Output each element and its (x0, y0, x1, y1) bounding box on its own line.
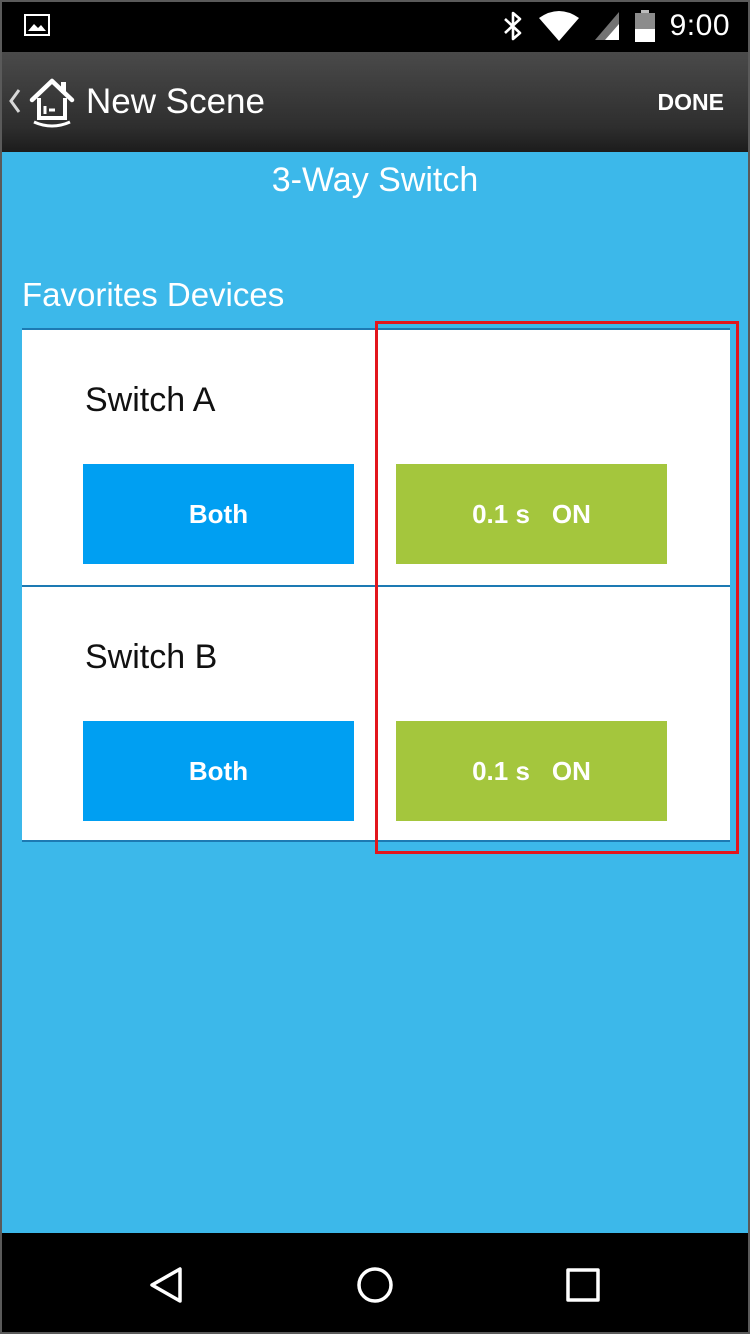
timer-value: 0.1 s (472, 498, 530, 529)
recents-square-icon[interactable] (561, 1263, 605, 1307)
mode-button-label: Both (188, 755, 249, 786)
state-label: ON (551, 755, 591, 786)
back-triangle-icon[interactable] (144, 1263, 188, 1307)
app-bar: New Scene DONE (0, 52, 750, 152)
timer-state-button[interactable]: 0.1 s ON (396, 464, 667, 564)
home-icon[interactable] (28, 76, 76, 128)
device-row-switch-a: Switch A Both 0.1 s ON (22, 330, 730, 585)
section-title: Favorites Devices (22, 276, 285, 313)
status-icons: 9:00 (502, 0, 730, 52)
done-button[interactable]: DONE (658, 88, 724, 116)
bluetooth-icon (503, 11, 521, 41)
device-row-switch-b: Switch B Both 0.1 s ON (22, 587, 730, 842)
device-name: Switch A (85, 381, 216, 419)
wifi-icon (538, 11, 579, 41)
device-list: Switch A Both 0.1 s ON Switch B Both 0.1… (22, 328, 730, 842)
mode-button[interactable]: Both (83, 464, 354, 564)
status-time: 9:00 (669, 9, 730, 42)
image-notification-icon (24, 14, 50, 36)
state-label: ON (551, 498, 591, 529)
nav-bar (0, 1233, 750, 1334)
device-name: Switch B (85, 638, 218, 676)
status-bar: 9:00 (0, 0, 750, 52)
mode-button-label: Both (188, 498, 249, 529)
signal-icon (594, 12, 619, 40)
app-title: New Scene (86, 82, 265, 121)
timer-state-button[interactable]: 0.1 s ON (396, 721, 667, 821)
chevron-left-icon[interactable] (8, 88, 22, 114)
mode-button[interactable]: Both (83, 721, 354, 821)
home-circle-icon[interactable] (353, 1263, 397, 1307)
device-title: 3-Way Switch (271, 161, 479, 199)
timer-value: 0.1 s (472, 755, 530, 786)
battery-icon (634, 10, 655, 42)
